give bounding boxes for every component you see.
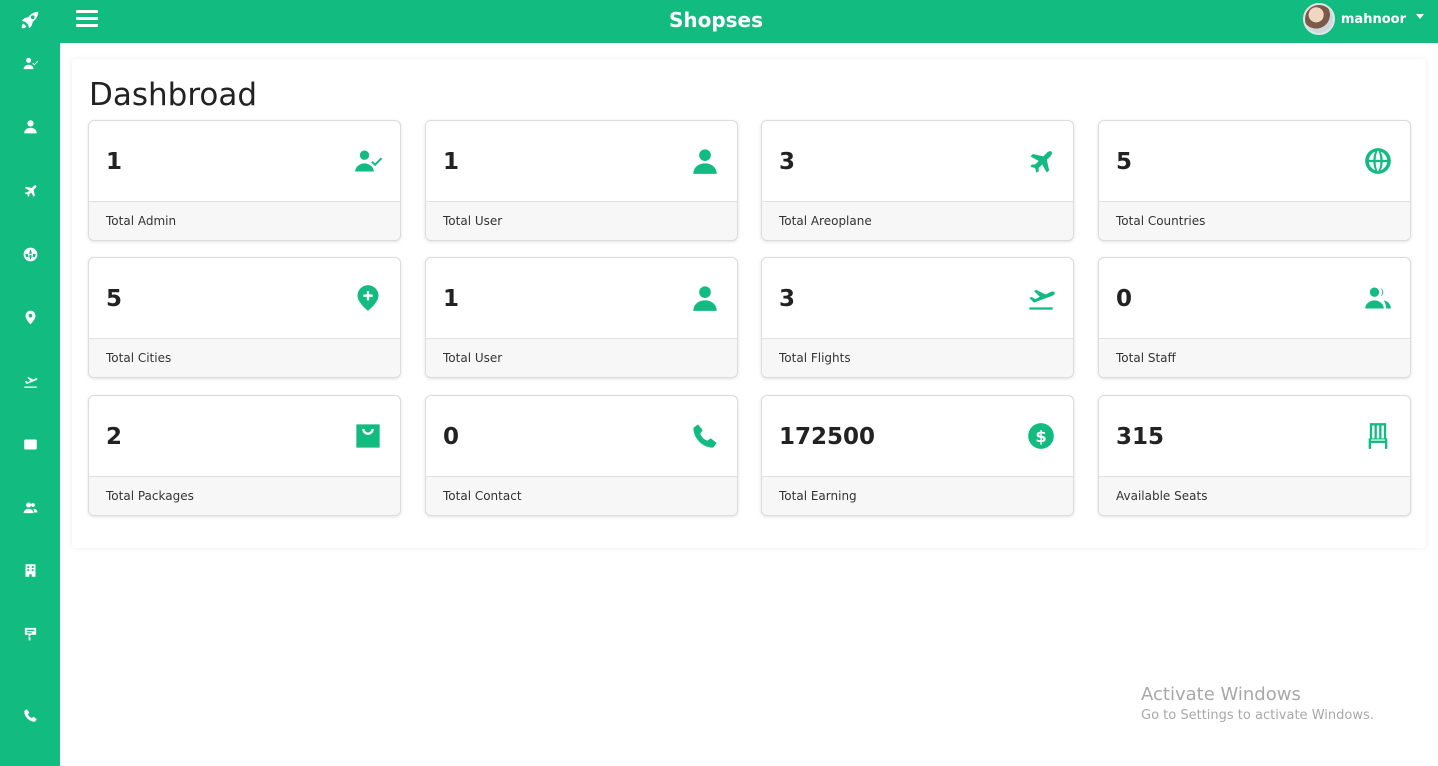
stat-value: 3	[779, 149, 796, 175]
stat-value: 0	[443, 424, 460, 450]
shopping-bag-icon	[354, 422, 382, 450]
top-navbar: Shopses mahnoor	[60, 0, 1438, 43]
windows-activation-watermark: Activate Windows Go to Settings to activ…	[1141, 684, 1374, 723]
stat-value: 5	[1116, 149, 1133, 175]
globe-icon	[1364, 147, 1392, 175]
stat-footer: Total Staff	[1099, 338, 1410, 377]
stat-value: 2	[106, 424, 123, 450]
stat-card-total-flights[interactable]: 3 Total Flights	[761, 257, 1074, 378]
stat-label: Total Areoplane	[779, 214, 872, 228]
stat-card-total-packages[interactable]: 2 Total Packages	[88, 395, 401, 516]
user-name: mahnoor	[1340, 11, 1406, 27]
globe-icon[interactable]	[18, 242, 42, 266]
plane-departure-icon	[1027, 284, 1055, 312]
stat-card-total-admin[interactable]: 1 Total Admin	[88, 120, 401, 241]
stat-label: Total Earning	[779, 489, 857, 503]
users-icon	[1364, 284, 1392, 312]
stat-label: Total Flights	[779, 351, 851, 365]
stat-footer: Total Admin	[89, 201, 400, 240]
user-icon	[691, 147, 719, 175]
stat-card-total-areoplane[interactable]: 3 Total Areoplane	[761, 120, 1074, 241]
stat-label: Total User	[443, 214, 503, 228]
stat-footer: Total Contact	[426, 476, 737, 515]
stat-card-total-user[interactable]: 1 Total User	[425, 120, 738, 241]
stat-footer: Total Areoplane	[762, 201, 1073, 240]
stat-footer: Total Countries	[1099, 201, 1410, 240]
stat-label: Total User	[443, 351, 503, 365]
stat-label: Total Packages	[106, 489, 194, 503]
stat-card-total-cities[interactable]: 5 Total Cities	[88, 257, 401, 378]
chair-icon	[1364, 422, 1392, 450]
stat-footer: Total Cities	[89, 338, 400, 377]
user-check-icon[interactable]	[18, 51, 42, 75]
stat-card-total-countries[interactable]: 5 Total Countries	[1098, 120, 1411, 241]
stat-footer: Available Seats	[1099, 476, 1410, 515]
phone-icon[interactable]	[18, 703, 42, 727]
user-icon[interactable]	[18, 114, 42, 138]
watermark-title: Activate Windows	[1141, 684, 1301, 705]
phone-icon	[691, 422, 719, 450]
map-pin-icon[interactable]	[18, 305, 42, 329]
stat-value: 315	[1116, 424, 1165, 450]
stat-footer: Total User	[426, 338, 737, 377]
stat-value: 5	[106, 286, 123, 312]
stat-card-available-seats[interactable]: 315 Available Seats	[1098, 395, 1411, 516]
stat-card-total-user-2[interactable]: 1 Total User	[425, 257, 738, 378]
stat-value: 1	[443, 286, 460, 312]
stat-card-total-contact[interactable]: 0 Total Contact	[425, 395, 738, 516]
map-pin-plus-icon	[354, 284, 382, 312]
stat-label: Available Seats	[1116, 489, 1208, 503]
stat-footer: Total Flights	[762, 338, 1073, 377]
stat-value: 1	[106, 149, 123, 175]
avatar	[1302, 3, 1335, 35]
dollar-icon: $	[1027, 422, 1055, 450]
rocket-icon[interactable]	[18, 8, 42, 32]
chevron-down-icon	[1416, 13, 1424, 19]
stat-footer: Total Earning	[762, 476, 1073, 515]
stat-label: Total Admin	[106, 214, 177, 228]
svg-text:$: $	[1035, 427, 1046, 446]
stat-footer: Total User	[426, 201, 737, 240]
plane-icon[interactable]	[18, 178, 42, 202]
envelope-icon[interactable]	[18, 432, 42, 456]
user-menu[interactable]: mahnoor	[1302, 3, 1424, 35]
stat-value: 1	[443, 149, 460, 175]
stat-label: Total Staff	[1116, 351, 1176, 365]
stat-label: Total Cities	[106, 351, 172, 365]
stat-value: 3	[779, 286, 796, 312]
page-title: Dashbroad	[89, 77, 258, 113]
plane-departure-icon[interactable]	[18, 369, 42, 393]
sidebar	[0, 0, 60, 766]
brand-title: Shopses	[668, 8, 764, 32]
dashboard-panel: Dashbroad 1 Total Admin 1 Total User 3 T…	[72, 59, 1426, 548]
plane-icon	[1027, 147, 1055, 175]
user-icon	[691, 284, 719, 312]
stat-value: 172500	[779, 424, 876, 450]
users-icon[interactable]	[18, 495, 42, 519]
stat-footer: Total Packages	[89, 476, 400, 515]
stat-label: Total Contact	[443, 489, 522, 503]
building-icon[interactable]	[18, 558, 42, 582]
stat-value: 0	[1116, 286, 1133, 312]
stat-label: Total Countries	[1116, 214, 1206, 228]
stat-card-total-staff[interactable]: 0 Total Staff	[1098, 257, 1411, 378]
sign-icon[interactable]	[18, 621, 42, 645]
user-check-icon	[354, 147, 382, 175]
stat-card-total-earning[interactable]: 172500 $ Total Earning	[761, 395, 1074, 516]
watermark-subtitle: Go to Settings to activate Windows.	[1141, 708, 1374, 723]
